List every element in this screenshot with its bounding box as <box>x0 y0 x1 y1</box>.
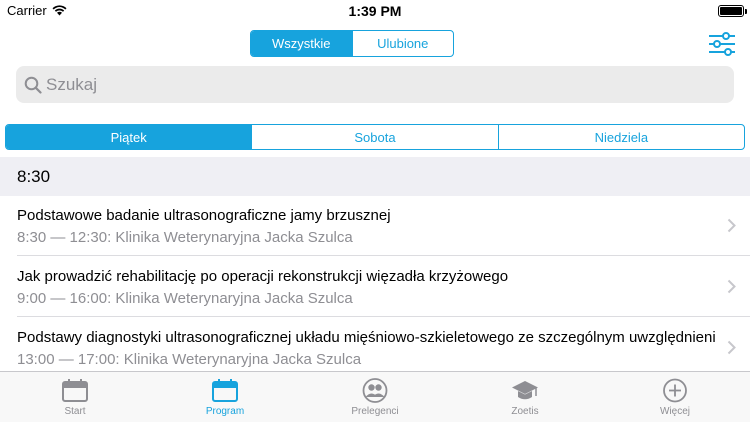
event-title: Jak prowadzić rehabilitację po operacji … <box>17 268 509 285</box>
tab-friday[interactable]: Piątek <box>6 125 252 149</box>
filter-settings-button[interactable] <box>707 30 737 58</box>
calendar-icon <box>212 379 238 402</box>
bottom-tab-bar: Start Program Prelegenci Zoetis Więcej <box>0 371 750 422</box>
battery-icon <box>718 5 747 17</box>
sliders-icon <box>709 32 735 56</box>
filter-segmented-control: Wszystkie Ulubione <box>250 30 454 57</box>
event-subtitle: 8:30 — 12:30: Klinika Weterynaryjna Jack… <box>17 229 353 246</box>
search-placeholder: Szukaj <box>46 74 98 94</box>
tab-speakers-label: Prelegenci <box>351 406 399 417</box>
tab-program-label: Program <box>205 406 245 417</box>
time-section-header: 8:30 <box>0 157 750 196</box>
segment-all[interactable]: Wszystkie <box>251 31 352 56</box>
graduation-cap-icon <box>512 381 538 400</box>
people-icon <box>362 378 388 403</box>
search-input[interactable]: Szukaj <box>16 66 734 103</box>
segment-favorites[interactable]: Ulubione <box>351 31 454 56</box>
event-title: Podstawy diagnostyki ultrasonograficznej… <box>17 329 715 346</box>
row-separator <box>17 316 750 317</box>
tab-more[interactable]: Więcej <box>600 372 750 422</box>
search-icon <box>24 76 42 94</box>
tab-program[interactable]: Program <box>150 372 300 422</box>
event-title: Podstawowe badanie ultrasonograficzne ja… <box>17 207 391 224</box>
chevron-right-icon <box>727 279 736 294</box>
status-time: 1:39 PM <box>348 3 402 19</box>
plus-circle-icon <box>663 378 687 403</box>
tab-start[interactable]: Start <box>0 372 150 422</box>
tab-start-label: Start <box>64 406 86 417</box>
tab-sunday[interactable]: Niedziela <box>497 125 744 149</box>
event-row[interactable]: Jak prowadzić rehabilitację po operacji … <box>0 257 750 317</box>
chevron-right-icon <box>727 218 736 233</box>
event-row[interactable]: Podstawy diagnostyki ultrasonograficznej… <box>0 318 750 378</box>
calendar-icon <box>62 379 88 402</box>
row-separator <box>17 255 750 256</box>
tab-more-label: Więcej <box>659 406 690 417</box>
chevron-right-icon <box>727 340 736 355</box>
tab-zoetis[interactable]: Zoetis <box>450 372 600 422</box>
event-subtitle: 13:00 — 17:00: Klinika Weterynaryjna Jac… <box>17 351 362 368</box>
tab-zoetis-label: Zoetis <box>511 406 539 417</box>
tab-speakers[interactable]: Prelegenci <box>300 372 450 422</box>
day-segmented-control: Piątek Sobota Niedziela <box>5 124 745 150</box>
tab-saturday[interactable]: Sobota <box>251 125 497 149</box>
event-subtitle: 9:00 — 16:00: Klinika Weterynaryjna Jack… <box>17 290 353 307</box>
status-bar: Carrier 1:39 PM <box>0 0 750 22</box>
event-row[interactable]: Podstawowe badanie ultrasonograficzne ja… <box>0 196 750 256</box>
